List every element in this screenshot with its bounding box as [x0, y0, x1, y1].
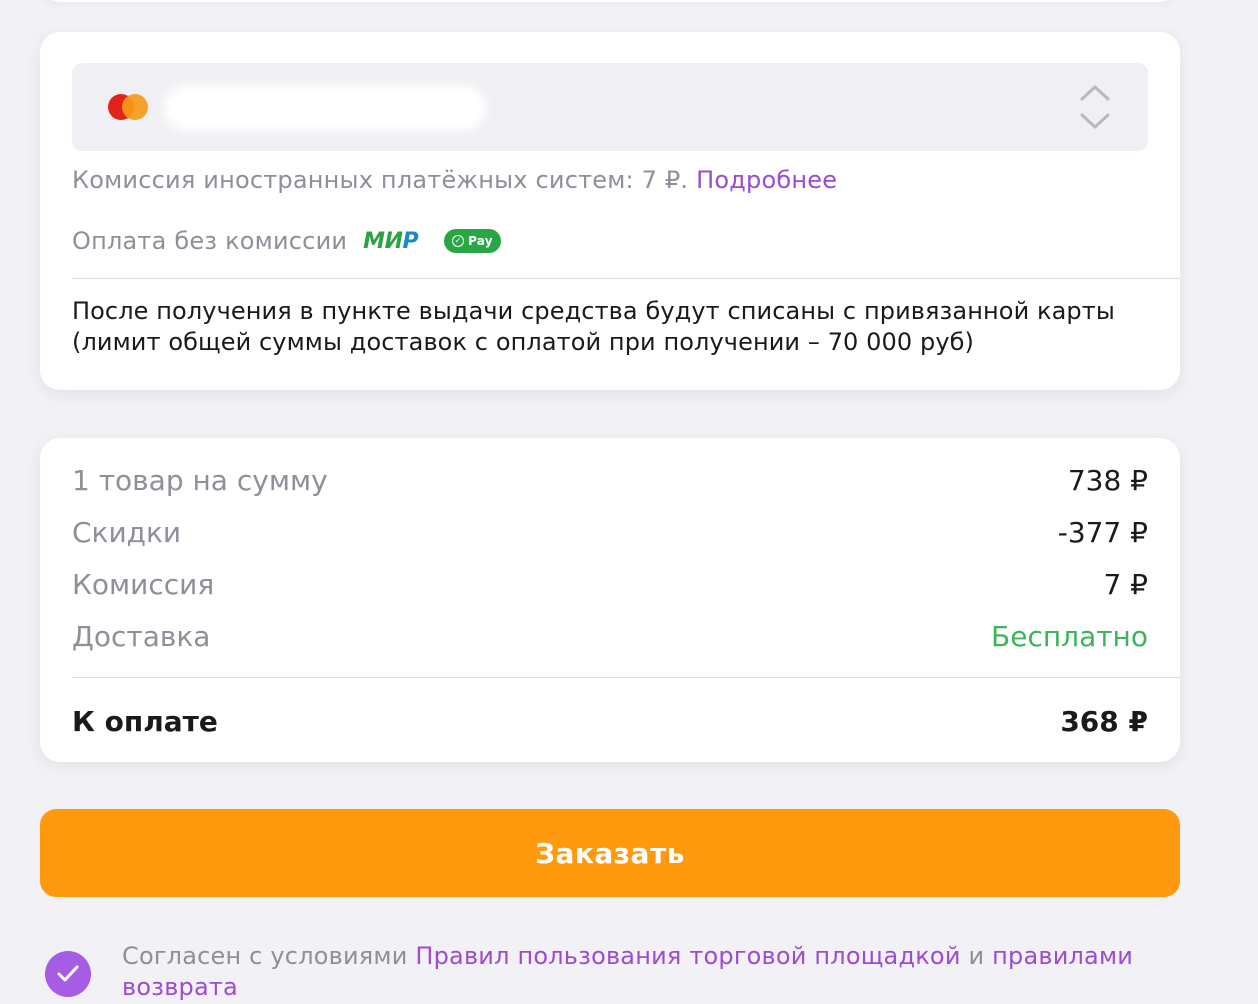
sbp-pay-badge: ✓ Pay — [444, 229, 501, 253]
summary-row-delivery: Доставка Бесплатно — [72, 616, 1148, 656]
foreign-commission-note: Комиссия иностранных платёжных систем: 7… — [72, 166, 837, 194]
summary-value: 7 ₽ — [1103, 567, 1148, 601]
agreement-checkbox[interactable] — [45, 951, 91, 997]
summary-row-total: К оплате 368 ₽ — [72, 701, 1148, 741]
mir-logo: МИР — [363, 228, 419, 254]
payment-method-card: Комиссия иностранных платёжных систем: 7… — [40, 32, 1180, 390]
summary-row-discounts: Скидки -377 ₽ — [72, 512, 1148, 552]
summary-value: -377 ₽ — [1057, 515, 1148, 549]
summary-label: Доставка — [72, 619, 211, 653]
commission-details-link[interactable]: Подробнее — [696, 166, 837, 194]
agreement-prefix: Согласен с условиями — [122, 942, 408, 970]
card-number-redacted — [164, 85, 486, 131]
total-value: 368 ₽ — [1060, 704, 1148, 738]
summary-row-commission: Комиссия 7 ₽ — [72, 564, 1148, 604]
checkout-page: Комиссия иностранных платёжных систем: 7… — [0, 0, 1258, 1004]
marketplace-rules-link[interactable]: Правил пользования торговой площадкой — [415, 942, 960, 970]
summary-label: 1 товар на сумму — [72, 463, 328, 497]
agreement-text: Согласен с условиями Правил пользования … — [122, 941, 1142, 1003]
order-summary-card: 1 товар на сумму 738 ₽ Скидки -377 ₽ Ком… — [40, 438, 1180, 762]
sbp-pay-label: Pay — [468, 234, 493, 248]
payment-info-text: После получения в пункте выдачи средства… — [72, 297, 1115, 356]
summary-label: Скидки — [72, 515, 182, 549]
place-order-button[interactable]: Заказать — [40, 809, 1180, 897]
delivery-free-value: Бесплатно — [991, 619, 1148, 653]
checkmark-icon — [57, 965, 79, 982]
summary-row-items: 1 товар на сумму 738 ₽ — [72, 460, 1148, 500]
divider — [72, 278, 1180, 279]
summary-label: Комиссия — [72, 567, 215, 601]
mastercard-icon — [108, 94, 150, 120]
no-commission-text: Оплата без комиссии — [72, 227, 348, 255]
previous-card-edge — [40, 0, 1180, 2]
divider — [72, 677, 1180, 678]
payment-card-selector[interactable] — [72, 63, 1148, 151]
summary-value: 738 ₽ — [1067, 463, 1148, 497]
total-label: К оплате — [72, 704, 218, 738]
agreement-conjunction: и — [968, 942, 985, 970]
chevron-up-down-icon — [1080, 85, 1110, 129]
check-circle-icon: ✓ — [452, 235, 465, 247]
no-commission-note: Оплата без комиссии МИР ✓ Pay — [72, 223, 501, 259]
commission-text: Комиссия иностранных платёжных систем: 7… — [72, 166, 689, 194]
